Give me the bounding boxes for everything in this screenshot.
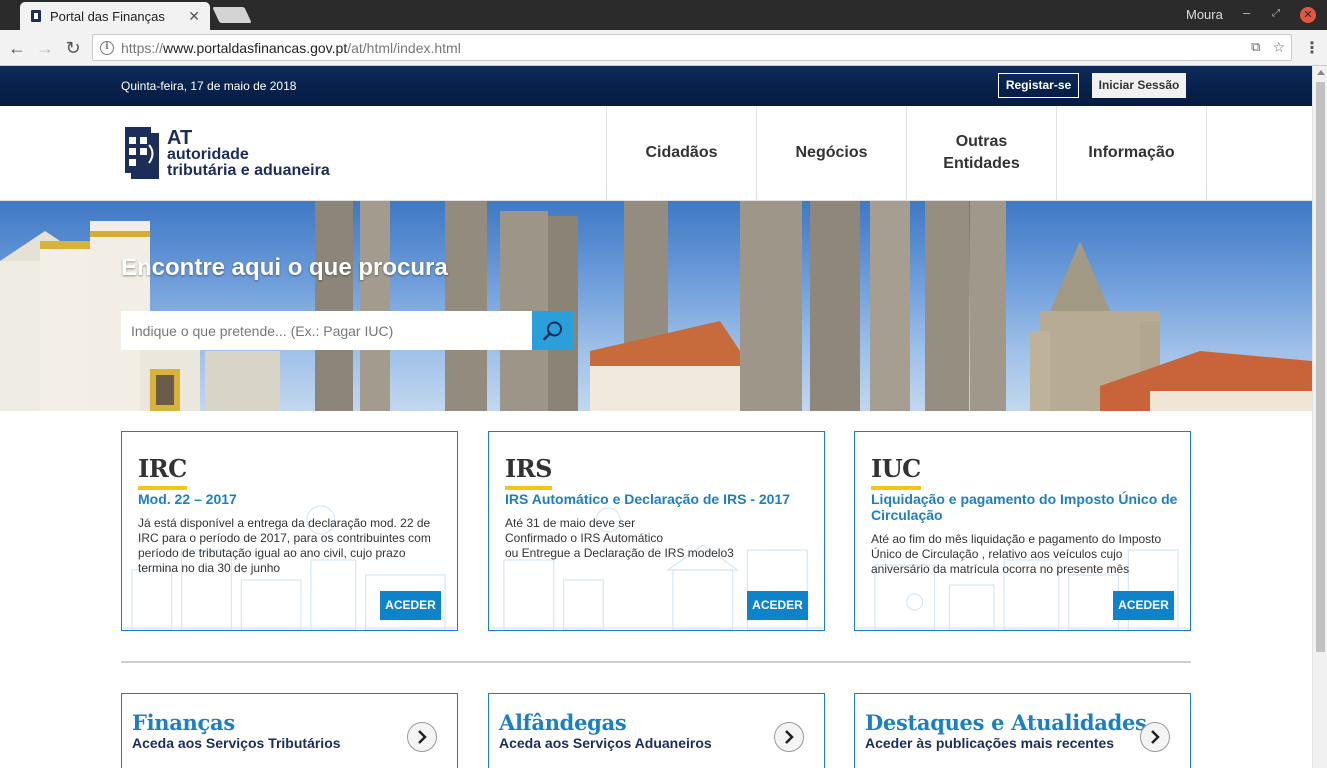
- logo-line-2: autoridade: [167, 146, 249, 163]
- omnibox-actions: ⧉ ☆: [1251, 39, 1285, 56]
- url-prefix: https://: [121, 39, 164, 56]
- nav-item-outras-entidades[interactable]: Outras Entidades: [907, 106, 1057, 200]
- forward-arrow-icon[interactable]: →: [34, 37, 56, 59]
- card-text-line: ou Entregue a Declaração de IRS modelo3: [505, 546, 734, 560]
- service-card-alfandegas[interactable]: Alfândegas Aceda aos Serviços Aduaneiros: [488, 693, 825, 768]
- service-cards: Finanças Aceda aos Serviços Tributários …: [121, 693, 1191, 768]
- card-text-line: Até 31 de maio deve ser: [505, 516, 636, 530]
- register-button[interactable]: Registar-se: [998, 73, 1079, 98]
- logo-wordmark: AT autoridade tributária e aduaneira: [167, 127, 330, 179]
- service-card-title: Alfândegas: [499, 710, 627, 735]
- card-title[interactable]: IRS Automático e Declaração de IRS - 201…: [505, 491, 812, 507]
- chevron-right-icon[interactable]: [1140, 722, 1170, 752]
- scrollbar-thumb[interactable]: [1316, 82, 1325, 652]
- page-scrollbar[interactable]: [1312, 66, 1327, 768]
- translate-icon[interactable]: ⧉: [1251, 39, 1260, 56]
- card-iuc: IUC Liquidação e pagamento do Imposto Ún…: [854, 431, 1191, 631]
- reload-icon[interactable]: ↻: [62, 37, 84, 59]
- main-navigation: Cidadãos Negócios Outras Entidades Infor…: [606, 106, 1207, 200]
- back-arrow-icon[interactable]: ←: [6, 37, 28, 59]
- nav-item-informacao[interactable]: Informação: [1057, 106, 1207, 200]
- address-bar[interactable]: i https://www.portaldasfinancas.gov.pt/a…: [92, 34, 1292, 61]
- tab-title: Portal das Finanças: [50, 8, 165, 24]
- hero-title: Encontre aqui o que procura: [121, 254, 448, 281]
- magnifier-icon: [542, 321, 562, 340]
- top-bar: Quinta-feira, 17 de maio de 2018 Regista…: [0, 66, 1312, 106]
- logo-line-3: tributária e aduaneira: [167, 162, 330, 179]
- search-input[interactable]: [121, 311, 532, 350]
- url-host: www.portaldasfinancas.gov.pt: [163, 39, 348, 56]
- card-text-line: Confirmado o IRS Automático: [505, 531, 664, 545]
- login-button[interactable]: Iniciar Sessão: [1092, 73, 1186, 98]
- service-card-subtitle: Aceder às publicações mais recentes: [865, 735, 1115, 751]
- service-card-subtitle: Aceda aos Serviços Aduaneiros: [499, 735, 712, 751]
- browser-titlebar: Portal das Finanças ✕ Moura – ⤢ ✕: [0, 0, 1327, 30]
- current-date: Quinta-feira, 17 de maio de 2018: [121, 79, 297, 93]
- at-shield-icon: [125, 127, 159, 179]
- search-form: [121, 311, 573, 350]
- site-favicon-icon: [30, 9, 42, 23]
- site-header: AT autoridade tributária e aduaneira Cid…: [0, 106, 1312, 201]
- card-tag: IRC: [138, 454, 187, 490]
- chevron-right-icon[interactable]: [407, 722, 437, 752]
- browser-menu-icon[interactable]: ⋮: [1304, 38, 1320, 58]
- nav-item-negocios[interactable]: Negócios: [757, 106, 907, 200]
- news-cards: IRC Mod. 22 – 2017 Já está disponível a …: [121, 431, 1191, 631]
- service-card-financas[interactable]: Finanças Aceda aos Serviços Tributários: [121, 693, 458, 768]
- info-icon[interactable]: i: [100, 40, 114, 55]
- new-tab-button[interactable]: [212, 7, 252, 23]
- service-card-destaques[interactable]: Destaques e Atualidades Aceder às public…: [854, 693, 1191, 768]
- aceder-button[interactable]: ACEDER: [747, 591, 808, 620]
- url-text: https://www.portaldasfinancas.gov.pt/at/…: [121, 40, 461, 56]
- scroll-up-icon[interactable]: [1317, 70, 1325, 75]
- chevron-right-icon[interactable]: [774, 722, 804, 752]
- hero-banner: Encontre aqui o que procura: [0, 201, 1312, 411]
- browser-tab[interactable]: Portal das Finanças ✕: [20, 2, 210, 30]
- bookmark-star-icon[interactable]: ☆: [1272, 39, 1285, 56]
- at-logo[interactable]: AT autoridade tributária e aduaneira: [123, 125, 333, 183]
- card-irc: IRC Mod. 22 – 2017 Já está disponível a …: [121, 431, 458, 631]
- service-card-subtitle: Aceda aos Serviços Tributários: [132, 735, 341, 751]
- profile-name[interactable]: Moura: [1186, 7, 1223, 22]
- section-divider: [121, 661, 1191, 663]
- aceder-button[interactable]: ACEDER: [1113, 591, 1174, 620]
- card-tag: IRS: [505, 454, 553, 490]
- window-close-icon[interactable]: ✕: [1300, 7, 1316, 23]
- hero-background-image: [0, 201, 1312, 411]
- aceder-button[interactable]: ACEDER: [380, 591, 441, 620]
- card-text: Até ao fim do mês liquidação e pagamento…: [871, 532, 1162, 576]
- search-button[interactable]: [532, 311, 573, 350]
- card-irs: IRS IRS Automático e Declaração de IRS -…: [488, 431, 825, 631]
- service-card-title: Destaques e Atualidades: [865, 710, 1147, 735]
- card-text: Já está disponível a entrega da declaraç…: [138, 516, 431, 575]
- tab-close-icon[interactable]: ✕: [188, 8, 200, 25]
- logo-line-1: AT: [167, 127, 193, 149]
- restore-icon[interactable]: ⤢: [1272, 8, 1280, 19]
- url-path: /at/html/index.html: [347, 39, 461, 56]
- card-tag: IUC: [871, 454, 921, 490]
- browser-toolbar: ← → ↻ i https://www.portaldasfinancas.go…: [0, 30, 1327, 66]
- service-card-title: Finanças: [132, 710, 235, 735]
- minimize-icon[interactable]: –: [1243, 5, 1250, 20]
- page-viewport: Quinta-feira, 17 de maio de 2018 Regista…: [0, 66, 1312, 768]
- card-title[interactable]: Mod. 22 – 2017: [138, 491, 445, 507]
- nav-item-cidadaos[interactable]: Cidadãos: [607, 106, 757, 200]
- card-title[interactable]: Liquidação e pagamento do Imposto Único …: [871, 491, 1178, 523]
